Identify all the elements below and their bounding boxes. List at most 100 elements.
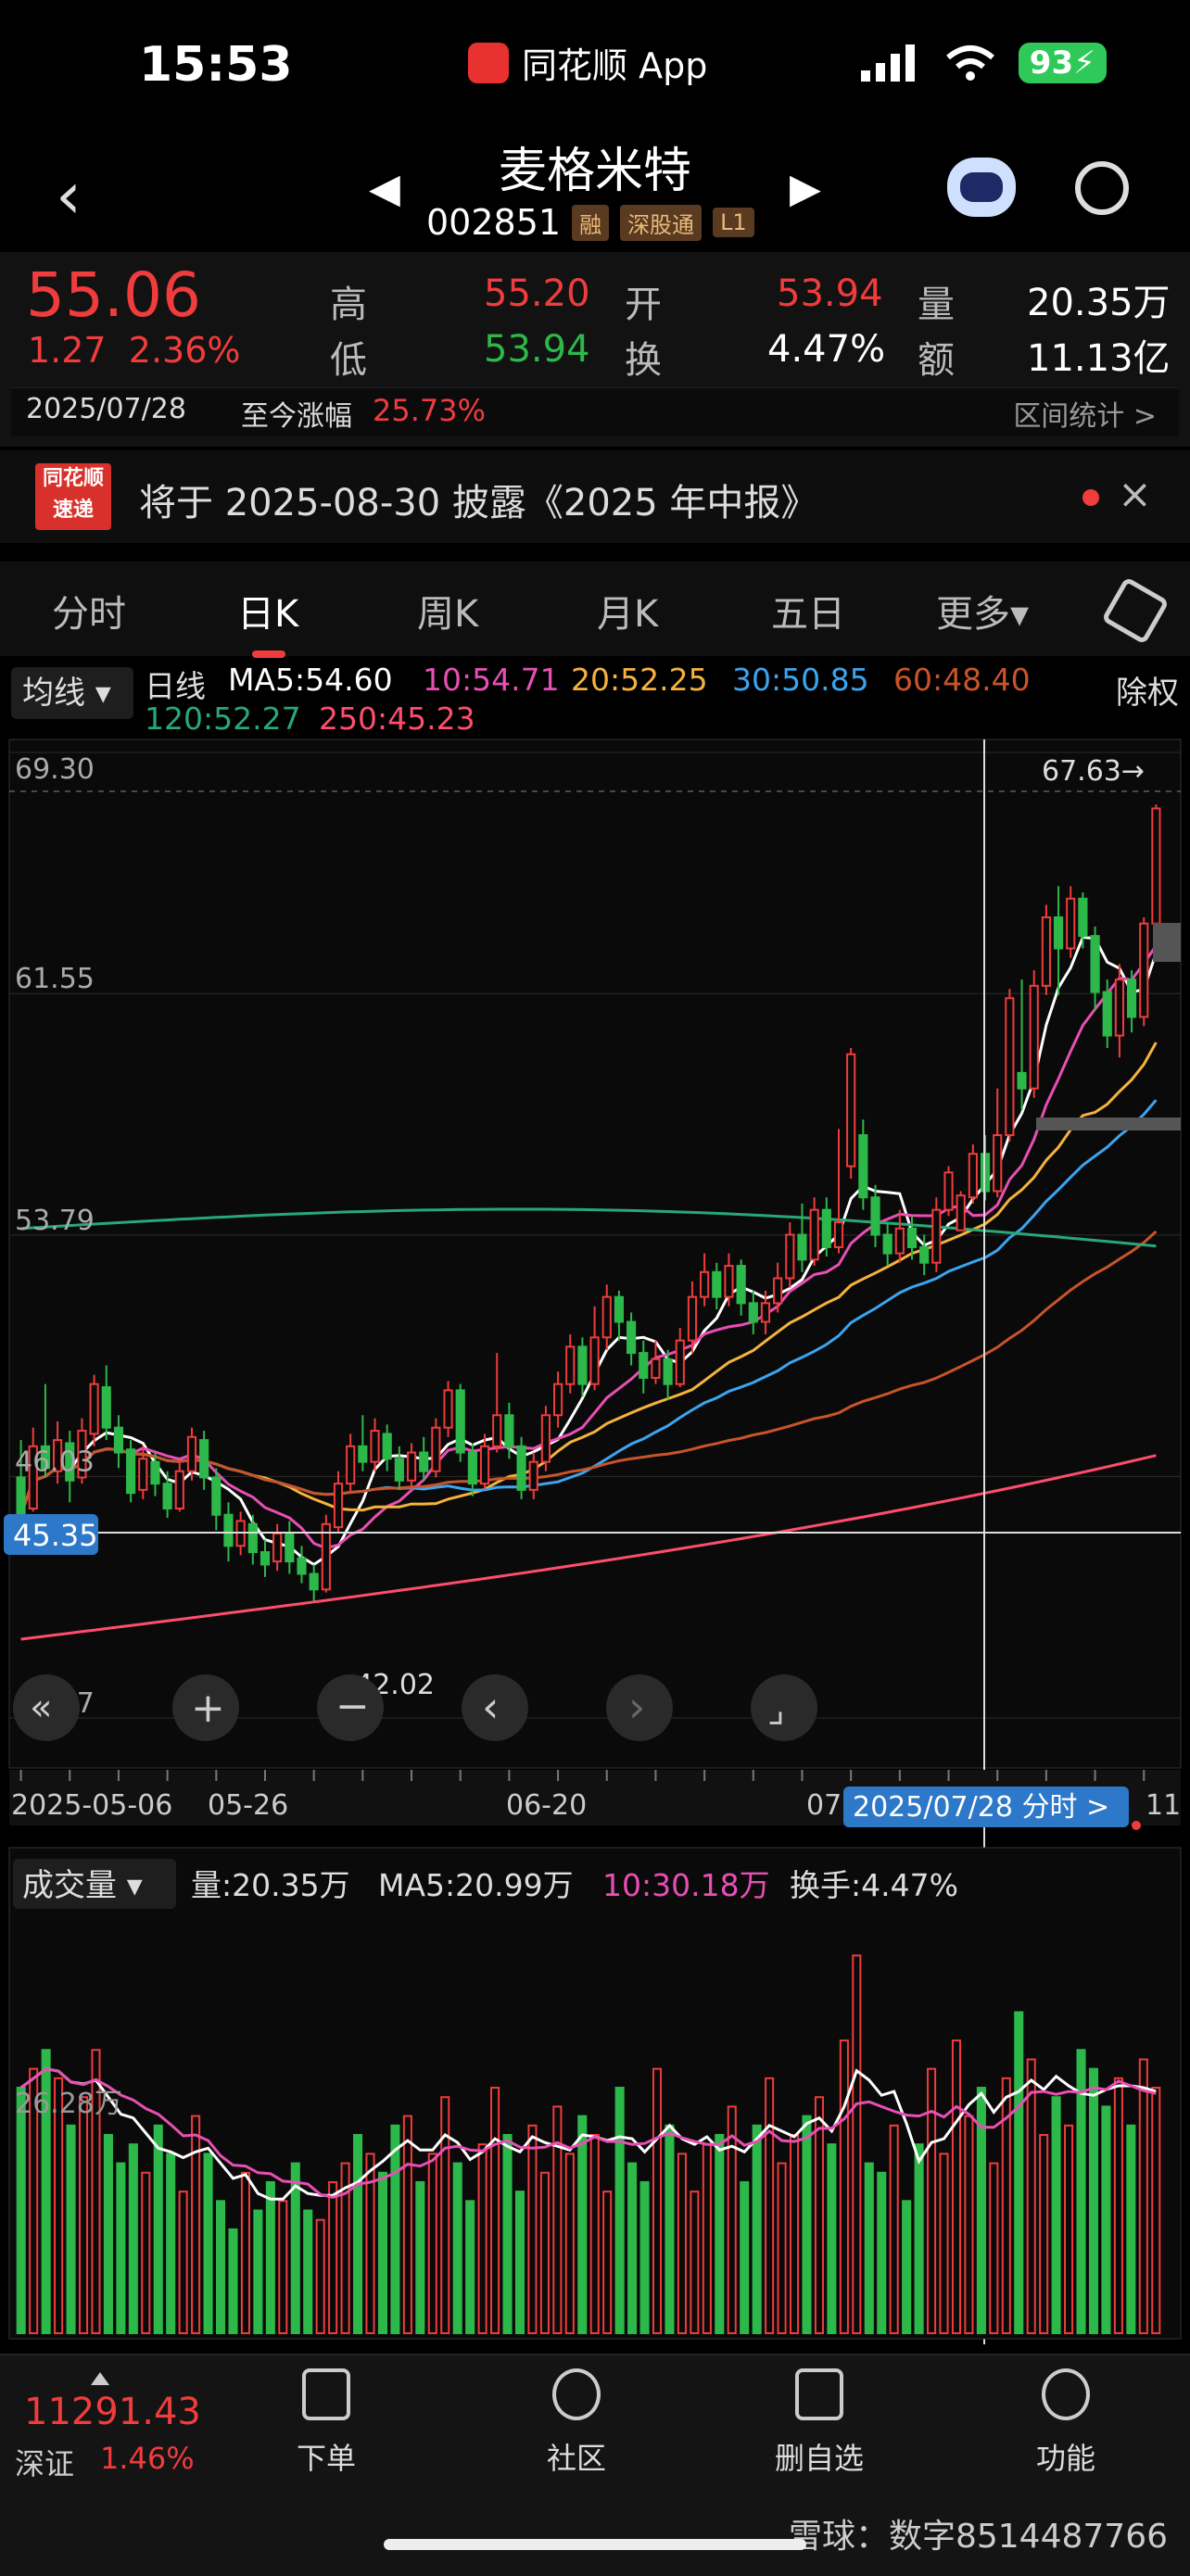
candle-body <box>16 1476 26 1516</box>
candle-body <box>1151 807 1161 925</box>
volume-bar <box>128 2143 138 2334</box>
price-change: 1.27 2.36% <box>28 330 241 371</box>
nav-remove-watchlist[interactable]: 删自选 <box>754 2368 884 2478</box>
index-value[interactable]: 11291.43 <box>24 2391 201 2433</box>
nav-functions[interactable]: 功能 <box>1001 2368 1131 2478</box>
signal-icon <box>860 44 915 82</box>
candle-body <box>1126 979 1137 1018</box>
volume-bar <box>228 2228 238 2335</box>
volume-bar <box>939 2153 949 2335</box>
candle-body <box>358 1445 368 1463</box>
assistant-robot-icon[interactable] <box>947 158 1016 217</box>
news-text[interactable]: 将于 2025-08-30 披露《2025 年中报》 <box>139 473 817 526</box>
candle-body <box>1102 991 1112 1037</box>
candle-body <box>968 1153 978 1199</box>
tab-more[interactable]: 更多▾ <box>936 584 1029 638</box>
volume-bar <box>1101 2105 1111 2335</box>
candle-body <box>1114 979 1124 1037</box>
range-stats-link[interactable]: 区间统计 > <box>1013 393 1157 434</box>
candle-body <box>394 1458 404 1482</box>
home-indicator[interactable] <box>384 2539 806 2550</box>
candle-body <box>1017 1071 1027 1090</box>
prev-stock-button[interactable]: ◀ <box>369 165 400 212</box>
control-label: + <box>191 1685 225 1732</box>
volume-bar <box>1138 2058 1148 2334</box>
range-bar[interactable] <box>11 387 1179 436</box>
watermark: 雪球：数字8514487766 <box>788 2518 1168 2556</box>
volume-bar <box>253 2209 263 2334</box>
candle-body <box>736 1265 746 1305</box>
volume-bar <box>864 2162 874 2334</box>
low-value: 53.94 <box>484 328 590 371</box>
candle-body <box>1090 935 1100 993</box>
candle-body <box>431 1426 441 1472</box>
volume-bar <box>740 2180 750 2335</box>
volume-legend: 量:20.35万 <box>191 1867 350 1903</box>
volume-bar <box>215 2200 226 2335</box>
candle-body <box>894 1227 905 1255</box>
volume-bar <box>852 1954 862 2335</box>
close-icon[interactable]: × <box>1118 471 1152 518</box>
candle-body <box>1029 984 1039 1090</box>
range-value: 25.73% <box>373 393 487 428</box>
low-label: 低 <box>330 339 367 382</box>
candle-body <box>1078 897 1088 938</box>
battery-level: 93 <box>1029 44 1074 82</box>
volume-bar <box>240 2171 250 2335</box>
nav-community[interactable]: 社区 <box>512 2368 641 2478</box>
battery-icon: 93⚡ <box>1018 43 1107 83</box>
control-label: − <box>335 1683 370 1730</box>
candle-body <box>1053 915 1064 950</box>
tab-five-day[interactable]: 五日 <box>771 584 845 638</box>
ma60-legend: 60:48.40 <box>893 662 1031 698</box>
ma5-legend: MA5:54.60 <box>228 662 393 698</box>
search-icon[interactable] <box>1075 161 1129 215</box>
candle-body <box>211 1476 222 1516</box>
candle-body <box>346 1445 356 1485</box>
candle-body <box>309 1572 319 1591</box>
candle-body <box>919 1245 930 1264</box>
candle-body <box>1005 997 1015 1137</box>
tab-monthly-k[interactable]: 月K <box>597 584 658 638</box>
volume-bar <box>141 2171 151 2335</box>
ma30-legend: 30:50.85 <box>732 662 869 698</box>
candle-body <box>956 1194 966 1231</box>
volume-bar <box>814 2096 824 2334</box>
adjust-toggle[interactable]: 除权 <box>1116 667 1179 713</box>
tab-intraday[interactable]: 分时 <box>52 584 126 638</box>
candle-body <box>260 1551 271 1566</box>
index-up-icon <box>91 2372 109 2385</box>
volume-bar <box>465 2200 475 2335</box>
tag-level: L1 <box>713 208 754 237</box>
volume-bar <box>989 2162 999 2334</box>
turnover-label: 换 <box>625 339 662 382</box>
community-star-icon <box>552 2368 601 2420</box>
nav-order[interactable]: 下单 <box>261 2368 391 2478</box>
volume-y-label: 26.28万 <box>15 2088 122 2120</box>
ma20-legend: 20:52.25 <box>571 662 708 698</box>
y-tick-label: 61.55 <box>15 963 95 995</box>
tab-weekly-k[interactable]: 周K <box>417 584 478 638</box>
candle-body <box>980 1153 991 1193</box>
open-value: 53.94 <box>777 272 883 315</box>
volume-bar <box>390 2124 400 2335</box>
volume-bar <box>1064 2124 1074 2335</box>
x-label-start: 2025-05-06 <box>11 1789 172 1822</box>
next-stock-button[interactable]: ▶ <box>790 165 821 212</box>
volume-bar <box>927 2067 937 2334</box>
candle-body <box>858 1134 868 1199</box>
candle-body <box>419 1451 429 1472</box>
candle-body <box>297 1557 307 1575</box>
nav-functions-label: 功能 <box>1035 2441 1095 2476</box>
news-badge-bottom: 速递 <box>52 499 94 522</box>
scroll-handle[interactable] <box>1153 923 1181 962</box>
tab-daily-k[interactable]: 日K <box>237 584 298 638</box>
ma-select[interactable]: 均线 ▾ <box>11 667 133 719</box>
volume-bar <box>490 2087 500 2334</box>
candle-body <box>467 1451 477 1485</box>
volume-bar <box>116 2162 126 2334</box>
candle-body <box>627 1320 637 1355</box>
candle-body <box>1139 922 1149 1018</box>
volume-bar <box>16 2087 26 2334</box>
kline-chart[interactable]: 69.3061.5553.7946.0338.27 67.63→ ←42.02 … <box>0 732 1190 2344</box>
